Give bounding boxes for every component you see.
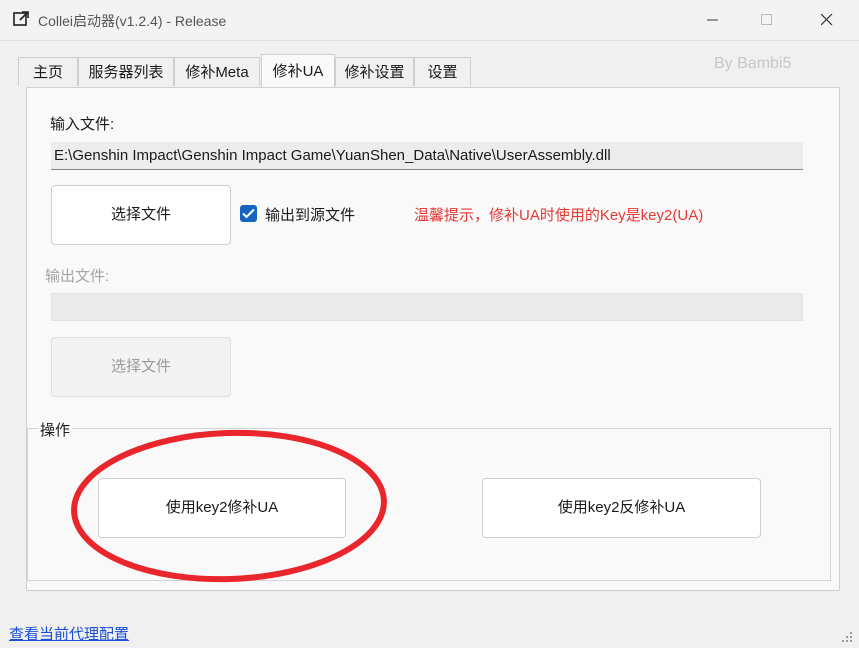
unpatch-ua-button[interactable]: 使用key2反修补UA <box>482 478 761 538</box>
checkmark-icon <box>242 208 255 219</box>
proxy-config-link[interactable]: 查看当前代理配置 <box>9 623 129 644</box>
title-bar: Collei启动器(v1.2.4) - Release <box>0 0 859 41</box>
window-title: Collei启动器(v1.2.4) - Release <box>38 13 227 29</box>
tab-server-list[interactable]: 服务器列表 <box>78 57 174 86</box>
resize-grip-icon[interactable] <box>840 630 854 644</box>
tab-patch-ua[interactable]: 修补UA <box>261 54 335 87</box>
maximize-button[interactable] <box>744 0 790 40</box>
input-file-label: 输入文件: <box>50 116 115 133</box>
byline: By Bambi5 <box>714 55 792 72</box>
output-to-source-label: 输出到源文件 <box>265 207 356 224</box>
select-output-file-button: 选择文件 <box>51 337 231 397</box>
tab-home[interactable]: 主页 <box>18 57 78 86</box>
patch-ua-panel: 输入文件: E:\Genshin Impact\Genshin Impact G… <box>26 87 840 591</box>
minimize-icon <box>707 19 718 21</box>
output-file-path <box>51 293 803 321</box>
output-to-source-checkbox[interactable] <box>240 205 257 222</box>
key-hint-text: 温馨提示，修补UA时使用的Key是key2(UA) <box>414 207 704 224</box>
close-icon <box>821 14 833 26</box>
patch-ua-button[interactable]: 使用key2修补UA <box>98 478 346 538</box>
maximize-icon <box>761 14 772 25</box>
close-button[interactable] <box>804 0 850 40</box>
input-file-path[interactable]: E:\Genshin Impact\Genshin Impact Game\Yu… <box>51 142 803 170</box>
output-file-label: 输出文件: <box>45 268 110 285</box>
operations-group-title: 操作 <box>38 419 73 440</box>
select-input-file-button[interactable]: 选择文件 <box>51 185 231 245</box>
tab-patch-settings[interactable]: 修补设置 <box>335 57 414 86</box>
tab-patch-meta[interactable]: 修补Meta <box>174 57 260 86</box>
minimize-button[interactable] <box>690 0 736 40</box>
tab-settings[interactable]: 设置 <box>414 57 471 86</box>
external-window-icon <box>13 11 29 26</box>
